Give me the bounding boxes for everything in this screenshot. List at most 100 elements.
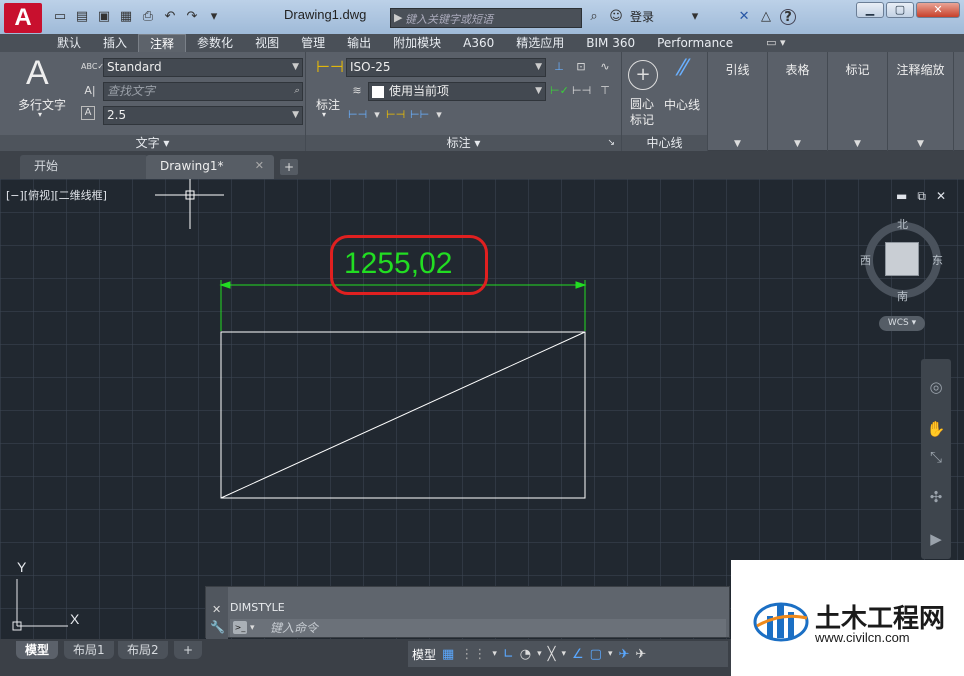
compass-west[interactable]: 西	[860, 252, 871, 268]
close-icon[interactable]: ✕	[936, 189, 946, 204]
binoculars-icon[interactable]: ⌕	[586, 9, 602, 25]
center-mark-icon[interactable]: +	[628, 60, 658, 90]
polar-dropdown-icon[interactable]: ▾	[537, 649, 542, 659]
continue-dimension-icon[interactable]: ⊢⊣	[348, 106, 367, 124]
tab-a360[interactable]: A360	[452, 34, 505, 52]
model-space-toggle[interactable]: 模型	[412, 646, 436, 663]
customize-dropdown-icon[interactable]: ▾	[206, 9, 222, 25]
annotation-scaling-panel[interactable]: 注释缩放 ▼	[888, 52, 954, 151]
isometric-icon[interactable]: ╳	[548, 647, 556, 662]
tab-start[interactable]: 开始	[20, 155, 148, 179]
restore-icon[interactable]: ⧉	[917, 189, 926, 204]
login-dropdown-icon[interactable]: ▾	[660, 9, 730, 25]
centerline-label[interactable]: 中心线	[664, 96, 700, 113]
maximize-button[interactable]: ▢	[886, 2, 914, 18]
centerline-icon[interactable]: ⁄⁄	[666, 58, 700, 90]
viewport-controls-label[interactable]: [−][俯视][二维线框]	[6, 187, 107, 203]
baseline-dropdown-icon[interactable]: ▾	[430, 106, 448, 124]
multiline-text-dropdown-icon[interactable]: ▾	[38, 110, 42, 119]
update-icon[interactable]: ⊢✓	[550, 82, 569, 100]
tab-addins[interactable]: 附加模块	[382, 34, 452, 52]
recent-commands-dropdown-icon[interactable]: ▾	[250, 619, 255, 637]
find-text-input[interactable]: 查找文字 ⌕	[103, 82, 303, 101]
application-menu-button[interactable]: A	[4, 3, 42, 33]
dimension-label[interactable]: 标注	[316, 96, 340, 113]
text-style-select[interactable]: Standard ▼	[103, 58, 303, 77]
minimize-button[interactable]: ▁	[856, 2, 884, 18]
tab-performance[interactable]: Performance	[646, 34, 744, 52]
compass-south[interactable]: 南	[897, 288, 908, 304]
tab-view[interactable]: 视图	[244, 34, 290, 52]
tab-annotate[interactable]: 注释	[138, 34, 187, 52]
polar-icon[interactable]: ◔	[520, 647, 531, 662]
leader-panel[interactable]: 引线 ▼	[708, 52, 768, 151]
search-expand-icon[interactable]: ▶	[394, 11, 402, 24]
close-button[interactable]: ✕	[916, 2, 960, 18]
save-as-icon[interactable]: ▦	[118, 9, 134, 25]
object-snap-icon[interactable]: ▢	[590, 647, 602, 662]
orbit-icon[interactable]: ✣	[926, 487, 946, 507]
dimension-style-select[interactable]: ISO-25 ▼	[346, 58, 546, 77]
exchange-icon[interactable]: ✕	[736, 9, 752, 25]
add-layout-button[interactable]: +	[174, 641, 203, 659]
a360-icon[interactable]: △	[758, 9, 774, 25]
ribbon-options-icon[interactable]: ▭ ▾	[766, 34, 785, 52]
tab-bim360[interactable]: BIM 360	[575, 34, 646, 52]
new-file-icon[interactable]: ▭	[52, 9, 68, 25]
command-input[interactable]: >_ ▾ 键入命令	[230, 619, 726, 637]
find-search-icon[interactable]: ⌕	[294, 83, 299, 100]
command-line-grip[interactable]: ✕ 🔧	[206, 587, 228, 639]
login-link[interactable]: 登录	[630, 8, 654, 25]
tab-model[interactable]: 模型	[16, 641, 59, 659]
tab-layout1[interactable]: 布局1	[64, 641, 114, 659]
tab-default[interactable]: 默认	[46, 34, 92, 52]
help-icon[interactable]: ?	[780, 8, 797, 25]
ortho-icon[interactable]: ∟	[503, 647, 514, 662]
close-icon[interactable]: ✕	[212, 603, 221, 616]
print-icon[interactable]: ⎙	[140, 9, 156, 25]
dimension-dropdown-icon[interactable]: ▾	[322, 110, 326, 119]
center-mark-label[interactable]: 圆心 标记	[630, 96, 660, 128]
text-height-select[interactable]: 2.5 ▼	[103, 106, 303, 125]
redo-icon[interactable]: ↷	[184, 9, 200, 25]
pan-hand-icon[interactable]: ✋	[926, 419, 946, 439]
oblique-icon[interactable]: ⊢⊣	[572, 82, 591, 100]
tab-layout2[interactable]: 布局2	[118, 641, 168, 659]
save-icon[interactable]: ▣	[96, 9, 112, 25]
tab-output[interactable]: 输出	[336, 34, 382, 52]
break-icon[interactable]: ⊥	[550, 58, 568, 76]
markup-panel[interactable]: 标记 ▼	[828, 52, 888, 151]
tab-manage[interactable]: 管理	[290, 34, 336, 52]
multiline-text-icon[interactable]: A	[26, 54, 49, 93]
baseline-dimension-icon[interactable]: ⊢⊢	[410, 106, 429, 124]
showmotion-icon[interactable]: ▶	[926, 529, 946, 549]
zoom-extents-icon[interactable]: ⤡	[926, 447, 946, 467]
tab-featured-apps[interactable]: 精选应用	[505, 34, 575, 52]
auto-scale-icon[interactable]: ✈	[635, 647, 646, 662]
inspect-icon[interactable]: ⊡	[572, 58, 590, 76]
centerline-panel-footer[interactable]: 中心线	[622, 135, 707, 151]
table-panel[interactable]: 表格 ▼	[768, 52, 828, 151]
quick-dimension-icon[interactable]: ⊢⊣	[386, 106, 405, 124]
snap-dropdown-icon[interactable]: ▾	[492, 649, 497, 659]
dimension-panel-footer[interactable]: 标注 ▾ ↘	[306, 135, 621, 151]
user-icon[interactable]: ☺	[608, 9, 624, 25]
text-panel-footer[interactable]: 文字 ▾	[0, 135, 305, 151]
search-input[interactable]: ▶ 键入关键字或短语	[390, 8, 582, 28]
tab-insert[interactable]: 插入	[92, 34, 138, 52]
osnap-dropdown-icon[interactable]: ▾	[608, 649, 613, 659]
steering-wheel-icon[interactable]: ◎	[926, 377, 946, 397]
close-icon[interactable]: ✕	[255, 155, 264, 177]
jogged-linear-icon[interactable]: ∿	[596, 58, 614, 76]
grid-icon[interactable]: ▦	[442, 647, 454, 662]
compass-north[interactable]: 北	[897, 216, 908, 232]
minimize-icon[interactable]: ▬	[896, 189, 907, 204]
open-file-icon[interactable]: ▤	[74, 9, 90, 25]
text-angle-icon[interactable]: ⊤	[596, 82, 614, 100]
command-prompt-icon[interactable]: >_	[233, 621, 247, 634]
isometric-dropdown-icon[interactable]: ▾	[561, 649, 566, 659]
continue-dropdown-icon[interactable]: ▾	[368, 106, 386, 124]
tab-parametric[interactable]: 参数化	[186, 34, 244, 52]
annotation-visibility-icon[interactable]: ✈	[618, 647, 629, 662]
undo-icon[interactable]: ↶	[162, 9, 178, 25]
